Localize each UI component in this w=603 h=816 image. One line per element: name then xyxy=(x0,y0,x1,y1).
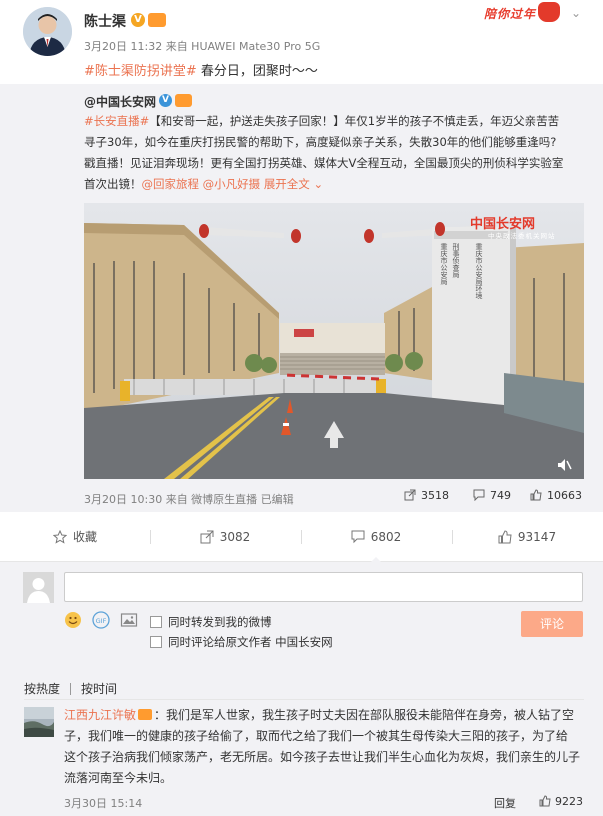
like-count-text: 10663 xyxy=(547,489,582,502)
repost-text: 【和安哥一起，护送走失孩子回家！】年仅1岁半的孩子不慎走丢，年迈父亲苦苦 xyxy=(149,114,560,128)
repost-author[interactable]: @中国长安网 xyxy=(84,93,156,110)
reply-button[interactable]: 回复 xyxy=(494,795,516,811)
video-watermark-subtitle: 中央政法委机关网站 xyxy=(488,232,556,240)
sort-by-time-tab[interactable]: 按时间 xyxy=(81,682,117,696)
repost-to-my-weibo-option[interactable]: 同时转发到我的微博 xyxy=(150,614,272,630)
like-count-label: 93147 xyxy=(517,530,557,544)
svg-text:GIF: GIF xyxy=(96,617,107,625)
post-meta: 3月20日 11:32 来自 HUAWEI Mate30 Pro 5G xyxy=(84,40,321,53)
comment-like-count: 9223 xyxy=(555,795,583,808)
post-text: #陈士渠防拐讲堂# 春分日，团聚时～～ xyxy=(84,60,318,79)
comment-sort: 按热度 按时间 xyxy=(24,680,117,697)
expand-full-text-link[interactable]: 展开全文 xyxy=(264,177,310,191)
share-icon xyxy=(200,530,214,544)
repost-count-label: 3082 xyxy=(219,530,251,544)
comment-text: ：我们是军人世家，我生孩子时丈夫因在部队服役未能陪伴在身旁，被人钻了空 xyxy=(154,708,575,722)
comment-count-label: 6802 xyxy=(370,530,402,544)
divider xyxy=(70,683,72,695)
mute-icon[interactable] xyxy=(556,457,572,473)
repost-text: 首次出镜！ xyxy=(84,177,142,191)
thumbs-up-icon xyxy=(530,489,542,501)
gif-icon[interactable]: GIF xyxy=(92,611,110,629)
repost-like-count[interactable]: 10663 xyxy=(530,489,582,502)
comment-text-line: 江西九江许敏 ：我们是军人世家，我生孩子时丈夫因在部队服役未能陪伴在身旁，被人钻了… xyxy=(64,705,574,725)
comment-icon xyxy=(473,489,485,501)
level-badge-icon xyxy=(148,13,166,27)
comment-text-line: 子，我们唯一的健康的孩子给偷了，取而代之给了我们一个被其生母传染大三阳的孩子，为… xyxy=(64,729,569,743)
new-year-badge: 陪你过年 xyxy=(484,2,568,24)
comment-original-checkbox[interactable] xyxy=(150,636,162,648)
favorite-label: 收藏 xyxy=(72,530,97,544)
verified-icon: V xyxy=(131,13,145,27)
post-hashtag[interactable]: #陈士渠防拐讲堂# xyxy=(84,64,197,79)
comment-text-line: 流落河南至今未归。 xyxy=(64,771,173,785)
thumbs-up-icon xyxy=(539,795,551,807)
repost-share-count[interactable]: 3518 xyxy=(404,489,449,502)
favorite-button[interactable]: 收藏 xyxy=(0,512,150,562)
comment-text-line: 这个孩子治病我们倾家荡产，老无所居。如今孩子去世让我们半生心血化为灰烬，我们亲生… xyxy=(64,750,581,764)
repost-meta: 3月20日 10:30 来自 微博原生直播 已编辑 xyxy=(84,491,294,507)
thumbs-up-icon xyxy=(498,530,512,544)
lucky-bag-icon xyxy=(538,2,560,22)
comment-icon xyxy=(351,530,365,544)
svg-text:重庆市公安局环境: 重庆市公安局环境 xyxy=(475,243,483,300)
chevron-down-icon[interactable]: ⌄ xyxy=(310,177,323,191)
svg-text:重庆市公安局: 重庆市公安局 xyxy=(440,243,448,286)
repost-comment-count[interactable]: 749 xyxy=(473,489,511,502)
comment-to-original-option[interactable]: 同时评论给原文作者 中国长安网 xyxy=(150,634,333,650)
submit-comment-button[interactable]: 评论 xyxy=(521,611,583,637)
comment-section: GIF 同时转发到我的微博 同时评论给原文作者 中国长安网 评论 按热度 按时间 … xyxy=(0,562,603,816)
mention-link[interactable]: @小凡好摄 xyxy=(203,177,261,191)
commenter-name[interactable]: 江西九江许敏 xyxy=(64,708,136,722)
comment-time: 3月30日 15:14 xyxy=(64,797,143,810)
current-user-avatar xyxy=(23,572,54,603)
level-badge-icon xyxy=(138,709,153,720)
share-count-text: 3518 xyxy=(421,489,449,502)
new-year-badge-text: 陪你过年 xyxy=(484,7,537,21)
emoji-icon[interactable] xyxy=(64,611,82,629)
author-name[interactable]: 陈士渠 xyxy=(84,11,126,31)
video-player[interactable]: 重庆市公安局 刑事侦查局 重庆市公安局环境 中国长安网 中央政法委机关网站 xyxy=(84,203,584,479)
author-avatar[interactable] xyxy=(23,7,72,56)
like-button[interactable]: 93147 xyxy=(452,512,602,562)
comment-input[interactable] xyxy=(64,572,583,602)
repost-text-line: 戳直播！见证泪奔现场！更有全国打拐英雄、媒体大V全程互动，全国最顶尖的刑侦科学实… xyxy=(84,156,564,170)
repost-button[interactable]: 3082 xyxy=(150,512,300,562)
repost-text-line: #长安直播#【和安哥一起，护送走失孩子回家！】年仅1岁半的孩子不慎走丢，年迈父亲… xyxy=(84,114,559,129)
commenter-avatar[interactable] xyxy=(24,707,54,737)
post-body: 春分日，团聚时～～ xyxy=(196,64,318,79)
svg-text:刑事侦查局: 刑事侦查局 xyxy=(452,243,460,279)
star-icon xyxy=(52,530,67,544)
comment-button[interactable]: 6802 xyxy=(301,512,451,563)
sort-by-hot-tab[interactable]: 按热度 xyxy=(24,682,60,696)
comment-like-button[interactable]: 9223 xyxy=(539,795,583,808)
image-icon[interactable] xyxy=(120,611,138,629)
level-badge-icon xyxy=(175,94,192,107)
repost-box: @中国长安网 V #长安直播#【和安哥一起，护送走失孩子回家！】年仅1岁半的孩子… xyxy=(0,84,603,512)
mention-link[interactable]: @回家旅程 xyxy=(142,177,200,191)
comment-original-label: 同时评论给原文作者 中国长安网 xyxy=(168,635,333,649)
comment-count-text: 749 xyxy=(490,489,511,502)
repost-checkbox[interactable] xyxy=(150,616,162,628)
edited-label: 已编辑 xyxy=(260,493,294,506)
weibo-post-card: 陈士渠 V 陪你过年 ⌄ 3月20日 11:32 来自 HUAWEI Mate3… xyxy=(0,0,603,816)
repost-text-line: 首次出镜！@回家旅程 @小凡好摄 展开全文 ⌄ xyxy=(84,177,323,192)
action-bar: 收藏 3082 6802 93147 xyxy=(0,512,603,563)
share-icon xyxy=(404,489,416,501)
repost-option-label: 同时转发到我的微博 xyxy=(168,615,272,629)
repost-hashtag[interactable]: #长安直播# xyxy=(84,114,149,128)
repost-meta-text: 3月20日 10:30 来自 微博原生直播 xyxy=(84,493,258,506)
verified-icon: V xyxy=(159,94,172,107)
repost-text-line: 寻子30年，如今在重庆打拐民警的帮助下，高度疑似亲子关系，失散30年的他们能够重… xyxy=(84,135,557,149)
chevron-down-icon[interactable]: ⌄ xyxy=(571,6,581,20)
divider xyxy=(24,699,584,700)
